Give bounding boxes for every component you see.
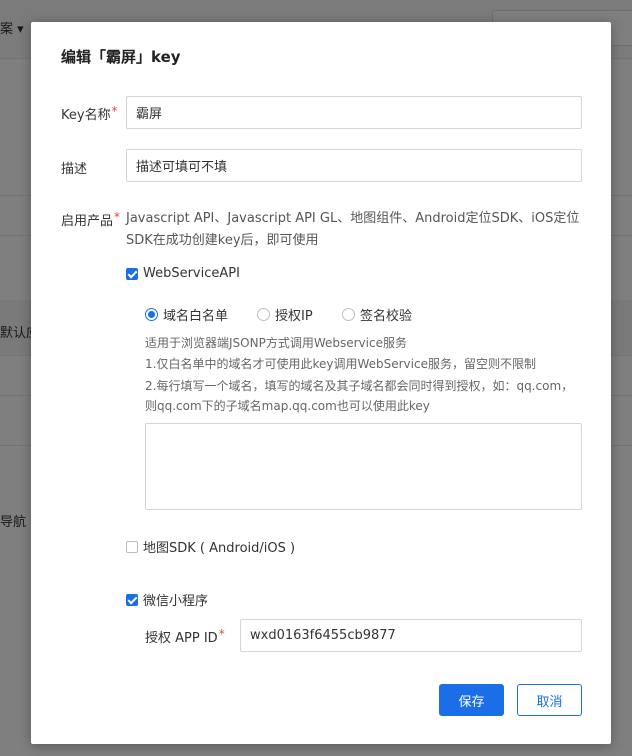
checkbox-checked-icon[interactable] xyxy=(126,593,138,606)
map-sdk-checkbox-label: 地图SDK ( Android/iOS ) xyxy=(143,541,296,556)
key-name-label-text: Key名称 xyxy=(61,108,111,123)
radio-unselected-icon[interactable] xyxy=(342,308,355,321)
map-sdk-checkbox[interactable]: 地图SDK ( Android/iOS ) xyxy=(126,537,295,556)
radio-signature-check[interactable]: 签名校验 xyxy=(342,305,412,324)
webservice-checkbox[interactable]: WebServiceAPI xyxy=(126,266,240,281)
radio-label: 签名校验 xyxy=(360,309,413,324)
app-id-input[interactable] xyxy=(240,619,582,652)
radio-selected-icon[interactable] xyxy=(145,308,158,321)
webservice-hint: 适用于浏览器端JSONP方式调用Webservice服务 xyxy=(145,336,407,350)
required-mark: * xyxy=(111,104,118,118)
radio-label: 授权IP xyxy=(275,309,313,324)
webservice-hint: 1.仅白名单中的域名才可使用此key调用WebService服务，留空则不限制 xyxy=(145,357,536,371)
miniprogram-checkbox-label: 微信小程序 xyxy=(143,594,209,609)
radio-authorized-ip[interactable]: 授权IP xyxy=(257,305,313,324)
radio-unselected-icon[interactable] xyxy=(257,308,270,321)
domain-whitelist-textarea[interactable] xyxy=(145,423,582,510)
webservice-hint: 2.每行填写一个域名，填写的域名及其子域名都会同时得到授权，如：qq.com，则… xyxy=(145,379,574,413)
cancel-button[interactable]: 取消 xyxy=(517,684,582,716)
checkbox-checked-icon[interactable] xyxy=(126,267,138,280)
required-mark: * xyxy=(114,210,121,224)
radio-domain-whitelist[interactable]: 域名白名单 xyxy=(145,305,228,324)
description-label: 描述 xyxy=(61,162,88,177)
radio-label: 域名白名单 xyxy=(163,309,229,324)
app-id-label: 授权 APP ID* xyxy=(145,627,225,646)
key-name-label: Key名称* xyxy=(61,104,118,123)
save-button[interactable]: 保存 xyxy=(439,684,504,716)
products-description: Javascript API、Javascript API GL、地图组件、An… xyxy=(126,211,580,248)
required-mark: * xyxy=(218,627,225,641)
dialog-title: 编辑「霸屏」key xyxy=(61,48,181,66)
app-id-label-text: 授权 APP ID xyxy=(145,631,218,646)
edit-key-dialog: 编辑「霸屏」key Key名称* 描述 启用产品* Javascript API… xyxy=(31,22,611,744)
products-label: 启用产品* xyxy=(61,210,120,229)
webservice-checkbox-label: WebServiceAPI xyxy=(143,266,240,281)
checkbox-unchecked-icon[interactable] xyxy=(126,540,138,553)
key-name-input[interactable] xyxy=(126,96,582,129)
miniprogram-checkbox[interactable]: 微信小程序 xyxy=(126,590,208,609)
description-input[interactable] xyxy=(126,149,582,182)
products-label-text: 启用产品 xyxy=(61,214,114,229)
